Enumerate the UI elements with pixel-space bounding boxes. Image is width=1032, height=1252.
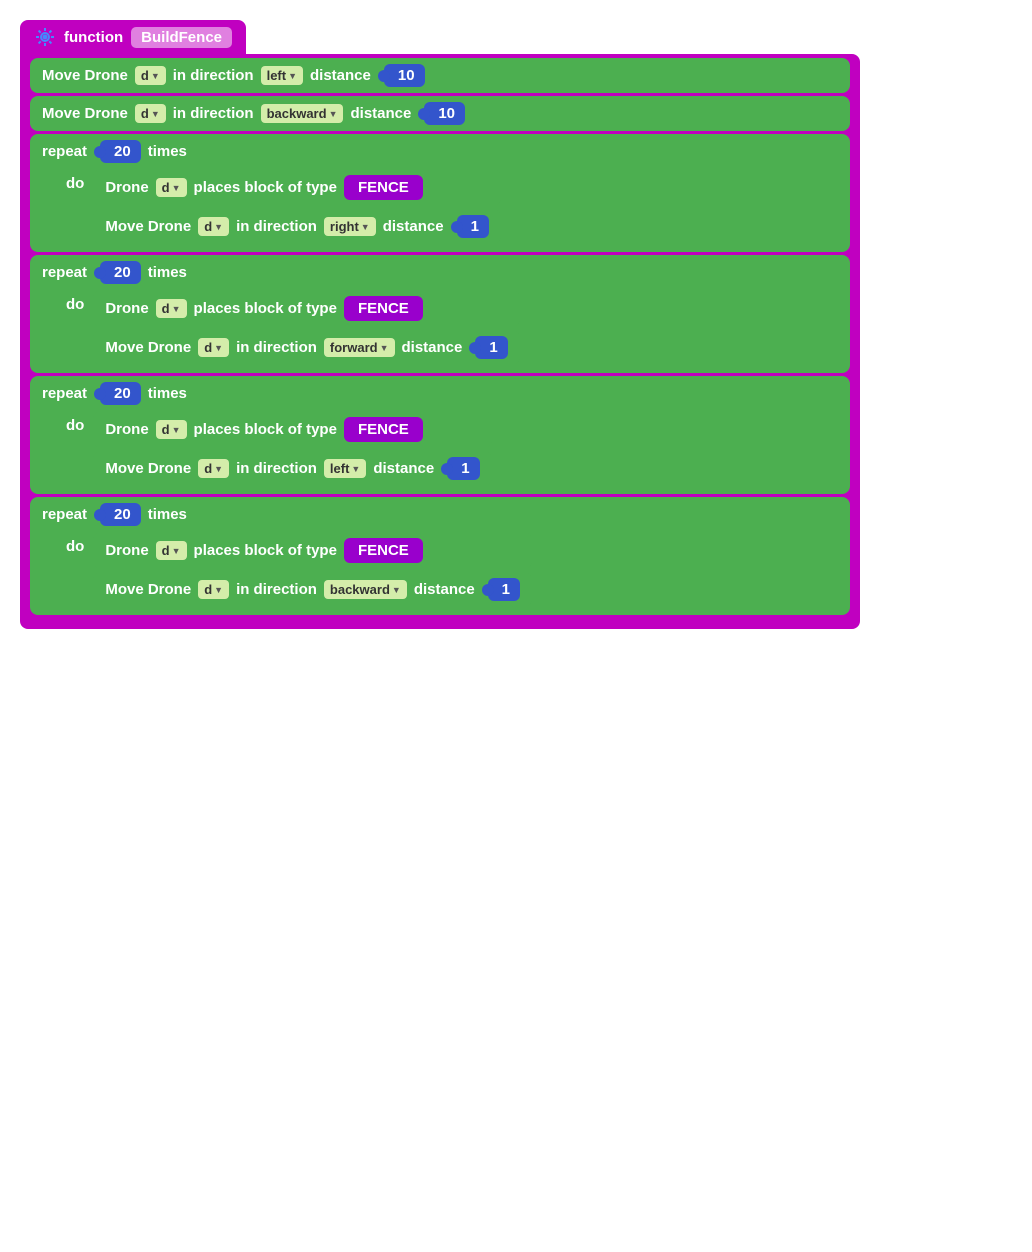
place-drone-3[interactable]: d [156,420,187,439]
move-inner-3: Move Drone d in direction left distance … [93,451,491,486]
do-label-1: do [66,169,84,192]
place-text-1a: Drone [105,179,148,196]
place-text-4a: Drone [105,542,148,559]
distance-value-1[interactable]: 10 [384,64,425,87]
repeat-label-3: repeat [42,385,87,402]
repeat-body-3: do Drone d places block of type FENCE Mo… [30,411,850,494]
move-inner-text-1a: Move Drone [105,218,191,235]
do-label-4: do [66,532,84,555]
repeat-inner-blocks-1: Drone d places block of type FENCE Move … [93,169,501,244]
times-label-1: times [148,143,187,160]
place-text-2a: Drone [105,300,148,317]
move-inner-text-4a: Move Drone [105,581,191,598]
repeat-label-4: repeat [42,506,87,523]
repeat-header-3: repeat 20 times [30,376,850,411]
move-inner-dir-1[interactable]: right [324,217,376,236]
move-inner-text-3a: Move Drone [105,460,191,477]
repeat-label-1: repeat [42,143,87,160]
place-block-1: Drone d places block of type FENCE [93,169,501,206]
move-inner-text-2a: Move Drone [105,339,191,356]
move-block-2: Move Drone d in direction backward dista… [30,96,850,131]
repeat-block-2: repeat 20 times do Drone d places block … [30,255,850,373]
move-inner-val-4[interactable]: 1 [488,578,520,601]
direction-dropdown-2[interactable]: backward [261,104,344,123]
repeat-value-2[interactable]: 20 [100,261,141,284]
place-block-2: Drone d places block of type FENCE [93,290,519,327]
move-block-1: Move Drone d in direction left distance … [30,58,850,93]
move-inner-drone-4[interactable]: d [198,580,229,599]
place-text-1b: places block of type [194,179,337,196]
repeat-value-4[interactable]: 20 [100,503,141,526]
move-inner-2: Move Drone d in direction forward distan… [93,330,519,365]
function-name[interactable]: BuildFence [131,27,232,48]
move-inner-text-4b: in direction [236,581,317,598]
fence-badge-3[interactable]: FENCE [344,417,423,442]
move-inner-text-4c: distance [414,581,475,598]
move-inner-drone-1[interactable]: d [198,217,229,236]
direction-text-1: in direction [173,67,254,84]
move-text-2: Move Drone [42,105,128,122]
place-block-4: Drone d places block of type FENCE [93,532,532,569]
move-inner-val-2[interactable]: 1 [475,336,507,359]
gear-icon [34,26,56,48]
direction-text-2: in direction [173,105,254,122]
times-label-3: times [148,385,187,402]
place-text-3b: places block of type [194,421,337,438]
direction-dropdown-1[interactable]: left [261,66,303,85]
function-label: function [64,29,123,46]
place-text-4b: places block of type [194,542,337,559]
repeat-header-1: repeat 20 times [30,134,850,169]
repeat-block-1: repeat 20 times do Drone d places block … [30,134,850,252]
workspace: function BuildFence Move Drone d in dire… [20,20,860,629]
repeat-block-4: repeat 20 times do Drone d places block … [30,497,850,615]
repeat-value-3[interactable]: 20 [100,382,141,405]
move-inner-text-1c: distance [383,218,444,235]
move-inner-4: Move Drone d in direction backward dista… [93,572,532,607]
distance-text-2: distance [350,105,411,122]
move-inner-text-2b: in direction [236,339,317,356]
repeat-body-2: do Drone d places block of type FENCE Mo… [30,290,850,373]
repeat-body-4: do Drone d places block of type FENCE Mo… [30,532,850,615]
place-text-2b: places block of type [194,300,337,317]
fence-badge-4[interactable]: FENCE [344,538,423,563]
move-inner-text-2c: distance [402,339,463,356]
drone-dropdown-1[interactable]: d [135,66,166,85]
repeat-value-1[interactable]: 20 [100,140,141,163]
function-header: function BuildFence [20,20,246,54]
times-label-4: times [148,506,187,523]
distance-text-1: distance [310,67,371,84]
drone-dropdown-2[interactable]: d [135,104,166,123]
place-text-3a: Drone [105,421,148,438]
place-block-3: Drone d places block of type FENCE [93,411,491,448]
repeat-block-3: repeat 20 times do Drone d places block … [30,376,850,494]
move-inner-dir-2[interactable]: forward [324,338,395,357]
fence-badge-2[interactable]: FENCE [344,296,423,321]
repeat-inner-blocks-4: Drone d places block of type FENCE Move … [93,532,532,607]
move-inner-text-3b: in direction [236,460,317,477]
move-inner-drone-3[interactable]: d [198,459,229,478]
place-drone-4[interactable]: d [156,541,187,560]
place-drone-1[interactable]: d [156,178,187,197]
place-drone-2[interactable]: d [156,299,187,318]
repeat-header-2: repeat 20 times [30,255,850,290]
move-inner-drone-2[interactable]: d [198,338,229,357]
move-inner-dir-4[interactable]: backward [324,580,407,599]
move-text-1: Move Drone [42,67,128,84]
move-inner-val-1[interactable]: 1 [457,215,489,238]
times-label-2: times [148,264,187,281]
repeat-body-1: do Drone d places block of type FENCE Mo… [30,169,850,252]
move-inner-dir-3[interactable]: left [324,459,366,478]
fence-badge-1[interactable]: FENCE [344,175,423,200]
distance-value-2[interactable]: 10 [424,102,465,125]
repeat-inner-blocks-3: Drone d places block of type FENCE Move … [93,411,491,486]
do-label-2: do [66,290,84,313]
move-inner-text-3c: distance [373,460,434,477]
repeat-header-4: repeat 20 times [30,497,850,532]
move-inner-1: Move Drone d in direction right distance… [93,209,501,244]
move-inner-text-1b: in direction [236,218,317,235]
repeat-label-2: repeat [42,264,87,281]
move-inner-val-3[interactable]: 1 [447,457,479,480]
do-label-3: do [66,411,84,434]
repeat-inner-blocks-2: Drone d places block of type FENCE Move … [93,290,519,365]
